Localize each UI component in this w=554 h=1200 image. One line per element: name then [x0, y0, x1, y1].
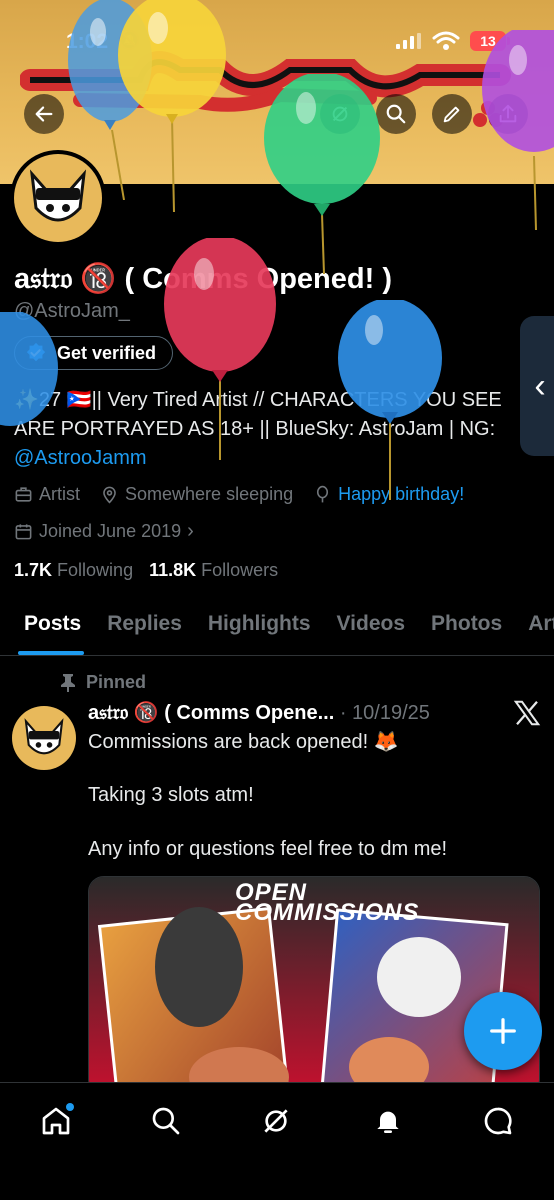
get-verified-label: Get verified	[57, 342, 157, 363]
x-logo-icon[interactable]	[512, 698, 542, 728]
category-label: Artist	[39, 484, 81, 504]
clock: 1:02	[66, 30, 109, 53]
tab-replies[interactable]: Replies	[94, 598, 195, 655]
location-label: Somewhere sleeping	[125, 484, 294, 504]
grok-icon	[264, 1109, 288, 1133]
nav-home[interactable]	[36, 1101, 76, 1141]
post-text-line3: Any info or questions feel free to dm me…	[88, 838, 448, 860]
post-author-name[interactable]: a𝔰𝔱𝔯𝔬 🔞 ( Comms Opene...	[88, 702, 334, 724]
nav-search[interactable]	[146, 1101, 186, 1141]
tab-photos[interactable]: Photos	[418, 598, 515, 655]
profile-bio: ✨27 🇵🇷|| Very Tired Artist // CHARACTERS…	[14, 386, 534, 473]
media-title-commissions: COMMISSIONS	[235, 899, 420, 926]
profile-handle: @AstroJam_	[14, 300, 130, 322]
profile-display-name: a𝔰𝔱𝔯𝔬 🔞 ( Comms Opened! )	[14, 263, 392, 295]
profile-category: Artist	[14, 484, 80, 505]
pinned-label: Pinned	[86, 672, 147, 692]
post-media-image[interactable]: OPEN COMMISSIONS	[88, 876, 540, 1096]
following-count: 1.7K	[14, 560, 53, 580]
profile-meta: Artist Somewhere sleeping Happy birthday…	[14, 484, 464, 505]
verified-badge-icon	[26, 342, 46, 362]
following-link[interactable]: 1.7K Following	[14, 560, 133, 581]
notification-dot	[66, 1103, 74, 1111]
post-text-line1: Commissions are back opened! 🦊	[88, 731, 399, 753]
followers-count: 11.8K	[149, 560, 197, 580]
search-button[interactable]	[376, 94, 416, 134]
bio-link[interactable]: @AstrooJamm	[14, 447, 147, 469]
grok-icon	[332, 106, 348, 122]
compose-post-button[interactable]	[464, 992, 542, 1070]
profile-birthday[interactable]: Happy birthday!	[313, 484, 464, 505]
profile-joined-row[interactable]: Joined June 2019 ›	[14, 520, 194, 543]
bottom-navigation	[0, 1082, 554, 1200]
profile-joined[interactable]: Joined June 2019 ›	[14, 520, 194, 543]
get-verified-button[interactable]: Get verified	[14, 336, 174, 370]
nav-notifications[interactable]	[368, 1101, 408, 1141]
tab-posts[interactable]: Posts	[0, 598, 94, 655]
pinned-indicator: Pinned	[60, 672, 146, 693]
profile-avatar[interactable]	[10, 150, 106, 246]
bio-text: ✨27 🇵🇷|| Very Tired Artist // CHARACTERS…	[14, 389, 502, 440]
post-header: a𝔰𝔱𝔯𝔬 🔞 ( Comms Opene... · 10/19/25	[88, 700, 508, 725]
side-panel-handle[interactable]: ‹	[520, 316, 554, 456]
back-button[interactable]	[24, 94, 64, 134]
share-button[interactable]	[488, 94, 528, 134]
followers-link[interactable]: 11.8K Followers	[149, 560, 278, 581]
post-date[interactable]: · 10/19/25	[340, 702, 430, 724]
silent-mode-icon: 🔕	[118, 30, 141, 50]
back-arrow-icon	[35, 106, 53, 122]
avatar-logo	[29, 169, 87, 222]
balloon-icon	[317, 485, 329, 503]
tab-videos[interactable]: Videos	[324, 598, 418, 655]
chevron-right-icon: ›	[187, 520, 194, 542]
avatar-logo-small	[24, 718, 64, 755]
tab-articles[interactable]: Articles	[515, 598, 554, 655]
cellular-signal-icon	[396, 33, 421, 49]
plus-icon	[490, 1018, 516, 1044]
nav-grok[interactable]	[256, 1101, 296, 1141]
message-icon	[484, 1107, 512, 1135]
search-icon	[152, 1107, 180, 1135]
calendar-icon	[15, 524, 32, 540]
following-label: Following	[57, 560, 134, 580]
bell-icon	[377, 1111, 399, 1133]
followers-label: Followers	[201, 560, 279, 580]
chevron-left-icon: ‹	[534, 366, 546, 405]
profile-tabs: Posts Replies Highlights Videos Photos A…	[0, 598, 554, 656]
edit-button[interactable]	[432, 94, 472, 134]
briefcase-icon	[15, 487, 32, 502]
tab-highlights[interactable]: Highlights	[195, 598, 324, 655]
post-text-line2: Taking 3 slots atm!	[88, 784, 254, 806]
share-icon	[499, 104, 517, 123]
joined-label: Joined June 2019	[39, 521, 182, 541]
birthday-label[interactable]: Happy birthday!	[338, 484, 464, 505]
nav-messages[interactable]	[478, 1101, 518, 1141]
grok-button[interactable]	[320, 94, 360, 134]
battery-indicator: 13	[470, 31, 510, 51]
wifi-icon	[432, 31, 460, 50]
post-author-avatar[interactable]	[12, 706, 76, 770]
search-icon	[386, 104, 406, 124]
profile-location: Somewhere sleeping	[100, 484, 293, 505]
follow-stats: 1.7K Following 11.8K Followers	[14, 560, 278, 581]
location-icon	[103, 486, 116, 504]
pin-icon	[61, 673, 75, 692]
status-bar: 1:02 🔕 13	[0, 0, 554, 80]
edit-icon	[443, 106, 460, 123]
